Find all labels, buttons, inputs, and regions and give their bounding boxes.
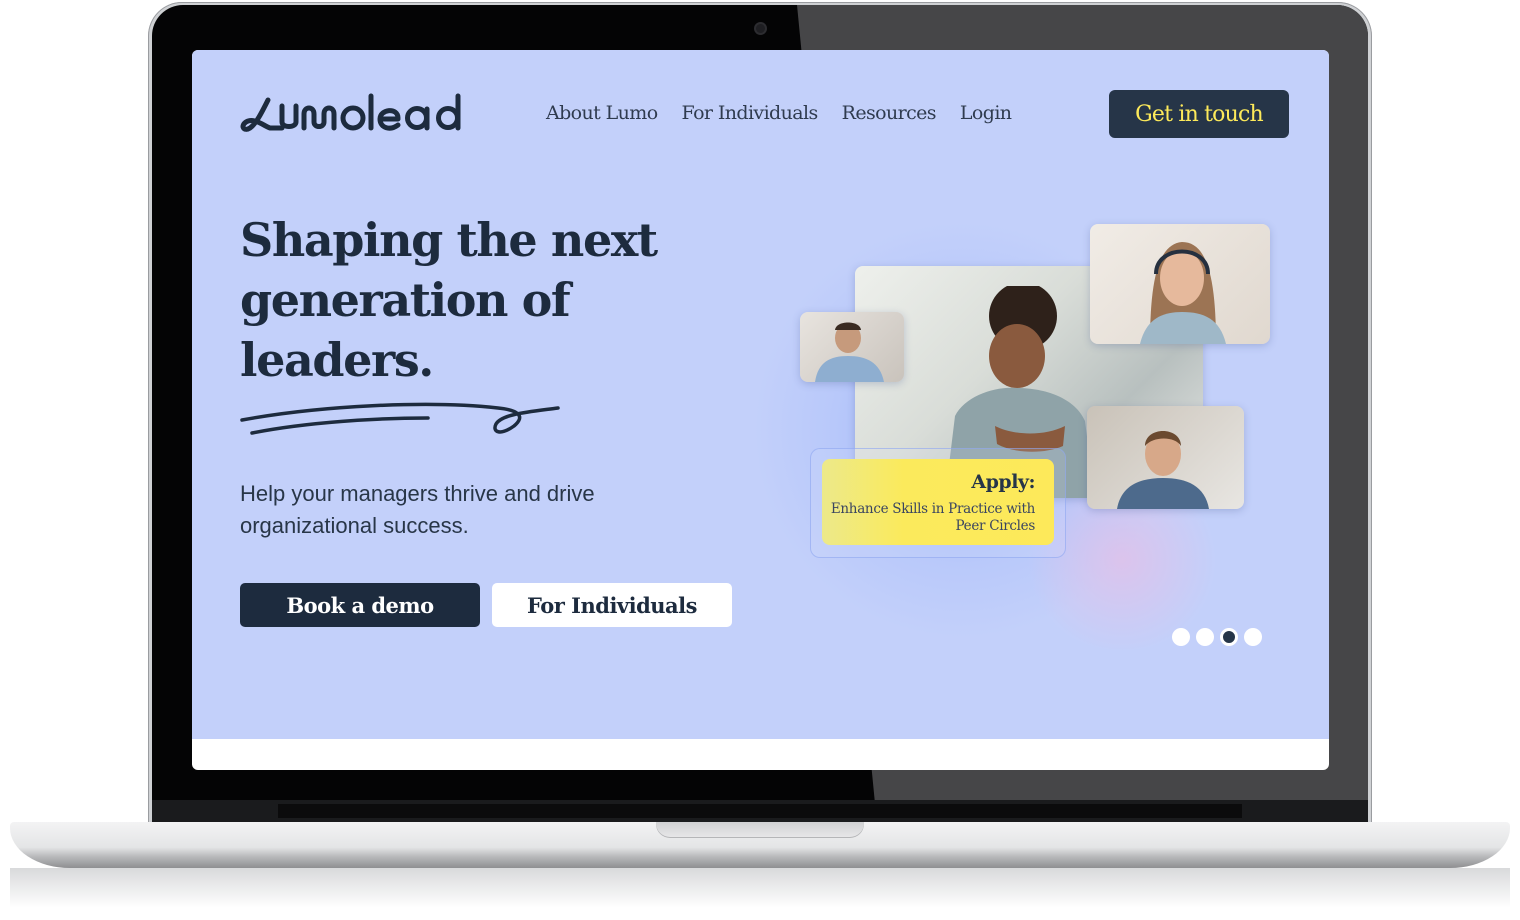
person-woman-headset-image	[1140, 242, 1226, 344]
caption-text: Enhance Skills in Practice with Peer Cir…	[830, 501, 1035, 534]
caption-title: Apply:	[971, 471, 1035, 493]
carousel-pagination	[1172, 628, 1262, 646]
carousel-dot-2[interactable]	[1196, 628, 1214, 646]
nav-item-for-individuals[interactable]: For Individuals	[682, 102, 819, 124]
nav-item-resources[interactable]: Resources	[842, 102, 937, 124]
hero-subtitle: Help your managers thrive and drive orga…	[240, 481, 595, 538]
video-tile-participant-man-right	[1087, 406, 1244, 509]
camera-icon	[756, 24, 765, 33]
hero-section: About Lumo For Individuals Resources Log…	[192, 50, 1329, 739]
get-in-touch-button[interactable]: Get in touch	[1109, 90, 1289, 138]
for-individuals-button[interactable]: For Individuals	[492, 583, 732, 627]
laptop-notch	[656, 822, 864, 838]
nav-item-about-lumo[interactable]: About Lumo	[546, 102, 658, 124]
video-tile-participant-man-left	[800, 312, 904, 382]
carousel-dot-1[interactable]	[1172, 628, 1190, 646]
person-man-image	[815, 322, 884, 382]
laptop-hinge-inner	[278, 804, 1242, 818]
decorative-squiggle-icon	[240, 402, 560, 435]
video-tile-participant-woman-headset	[1090, 224, 1270, 344]
laptop-screen: About Lumo For Individuals Resources Log…	[192, 50, 1329, 770]
main-nav: About Lumo For Individuals Resources Log…	[546, 102, 1012, 124]
carousel-dot-4[interactable]	[1244, 628, 1262, 646]
nav-item-login[interactable]: Login	[960, 102, 1012, 124]
book-a-demo-button[interactable]: Book a demo	[240, 583, 480, 627]
laptop-reflection	[10, 868, 1510, 908]
person-man-right-image	[1117, 431, 1209, 509]
carousel-dot-3-active[interactable]	[1220, 628, 1238, 646]
hero-headline: Shaping the next generation of leaders.	[240, 213, 658, 387]
lumolead-logo[interactable]	[240, 90, 470, 140]
apply-caption-card: Apply: Enhance Skills in Practice with P…	[822, 459, 1054, 545]
